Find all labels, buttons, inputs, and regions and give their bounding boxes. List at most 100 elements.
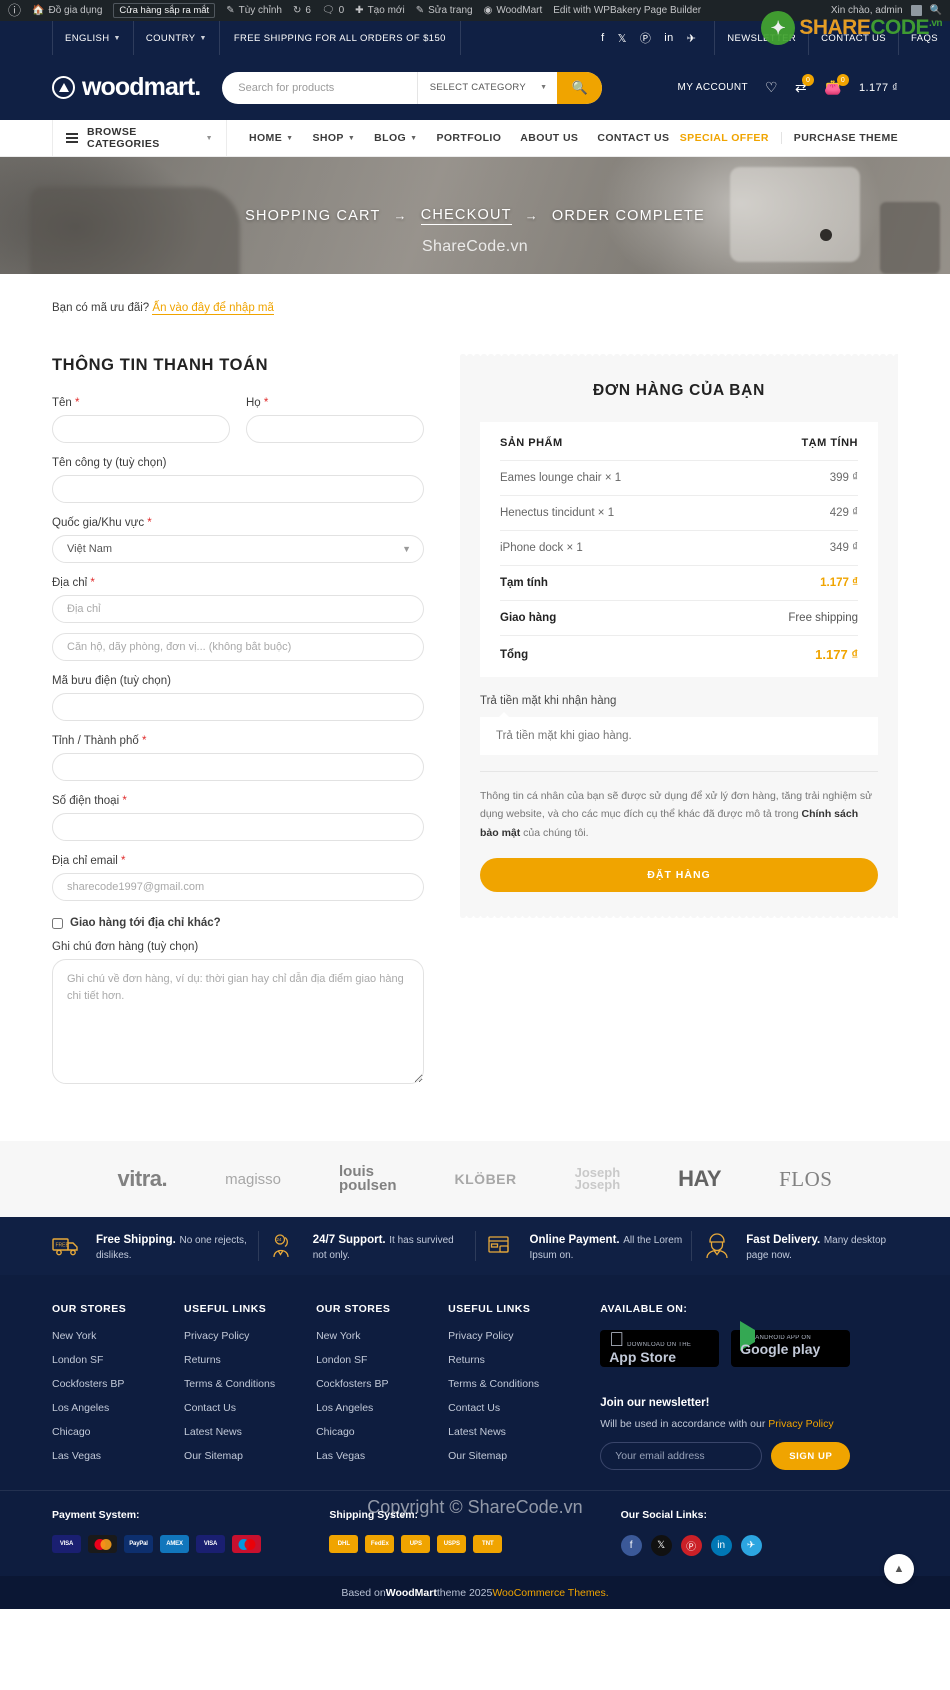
search-category-select[interactable]: SELECT CATEGORY ▼ bbox=[416, 71, 558, 104]
adminbar-customize[interactable]: ✎ Tùy chỉnh bbox=[226, 5, 282, 16]
footer-link[interactable]: Returns bbox=[184, 1354, 316, 1366]
cart-icon[interactable]: 👛 0 bbox=[824, 74, 849, 96]
my-account-link[interactable]: MY ACCOUNT bbox=[678, 82, 749, 93]
ship-different-address-checkbox[interactable] bbox=[52, 917, 63, 929]
footer-link[interactable]: Las Vegas bbox=[52, 1450, 184, 1462]
telegram-icon[interactable]: ✈ bbox=[687, 32, 697, 45]
telegram-icon[interactable]: ✈ bbox=[740, 1535, 762, 1556]
footer-link[interactable]: Contact Us bbox=[184, 1402, 316, 1414]
footer-link[interactable]: New York bbox=[52, 1330, 184, 1342]
brand-hay[interactable]: HAY bbox=[678, 1166, 721, 1192]
tnt-icon[interactable]: TNT bbox=[473, 1535, 503, 1553]
company-input[interactable] bbox=[52, 475, 424, 503]
search-button[interactable]: 🔍 bbox=[557, 71, 603, 104]
place-order-button[interactable]: ĐẶT HÀNG bbox=[480, 858, 878, 893]
linkedin-icon[interactable]: in bbox=[664, 32, 673, 44]
brand-magisso[interactable]: magisso bbox=[225, 1171, 281, 1188]
visa-secondary-icon[interactable]: VISA bbox=[196, 1535, 225, 1553]
adminbar-comments[interactable]: 🗨 0 bbox=[322, 5, 344, 16]
wordpress-icon[interactable]: ⓘ bbox=[8, 4, 21, 17]
mastercard-icon[interactable] bbox=[88, 1535, 117, 1553]
adminbar-edit-page[interactable]: ✎ Sửa trang bbox=[416, 5, 473, 16]
purchase-theme-link[interactable]: PURCHASE THEME bbox=[782, 132, 898, 144]
footer-link[interactable]: Latest News bbox=[448, 1426, 580, 1438]
newsletter-email-input[interactable] bbox=[600, 1442, 763, 1470]
cart-total[interactable]: 1.177 ₫ bbox=[859, 82, 898, 94]
footer-link[interactable]: Cockfosters BP bbox=[52, 1378, 184, 1390]
adminbar-updates[interactable]: ↻ 6 bbox=[293, 5, 311, 16]
ups-icon[interactable]: UPS bbox=[401, 1535, 431, 1553]
browse-categories-button[interactable]: BROWSE CATEGORIES ▼ bbox=[52, 119, 227, 157]
bottom-suffix[interactable]: WooCommerce Themes. bbox=[492, 1587, 608, 1599]
footer-link[interactable]: Los Angeles bbox=[52, 1402, 184, 1414]
amex-icon[interactable]: AMEX bbox=[160, 1535, 189, 1553]
brand-louis-poulsen[interactable]: louis poulsen bbox=[339, 1164, 397, 1194]
order-notes-textarea[interactable] bbox=[52, 959, 424, 1084]
app-store-button[interactable]:  Download on the App Store bbox=[600, 1330, 720, 1367]
newsletter-privacy-link[interactable]: Privacy Policy bbox=[768, 1418, 833, 1430]
address-line1-input[interactable] bbox=[52, 595, 424, 623]
adminbar-coming-soon[interactable]: Cửa hàng sắp ra mắt bbox=[113, 3, 216, 18]
wishlist-icon[interactable]: ♡ bbox=[765, 79, 778, 96]
email-input[interactable] bbox=[52, 873, 424, 901]
nav-item-about-us[interactable]: ABOUT US bbox=[520, 132, 578, 144]
city-input[interactable] bbox=[52, 753, 424, 781]
footer-link[interactable]: Chicago bbox=[316, 1426, 448, 1438]
footer-link[interactable]: Returns bbox=[448, 1354, 580, 1366]
nav-item-home[interactable]: HOME ▼ bbox=[249, 132, 293, 144]
footer-link[interactable]: London SF bbox=[316, 1354, 448, 1366]
footer-link[interactable]: Los Angeles bbox=[316, 1402, 448, 1414]
adminbar-wpbakery[interactable]: Edit with WPBakery Page Builder bbox=[553, 5, 701, 16]
google-play-button[interactable]: ANDROID APP ON Google play bbox=[731, 1321, 851, 1367]
footer-link[interactable]: Our Sitemap bbox=[184, 1450, 316, 1462]
adminbar-woodmart[interactable]: ◉ WoodMart bbox=[484, 5, 543, 16]
footer-link[interactable]: Cockfosters BP bbox=[316, 1378, 448, 1390]
footer-link[interactable]: Terms & Conditions bbox=[184, 1378, 316, 1390]
footer-link[interactable]: Contact Us bbox=[448, 1402, 580, 1414]
country-select[interactable] bbox=[52, 535, 424, 563]
visa-icon[interactable]: VISA bbox=[52, 1535, 81, 1553]
footer-link[interactable]: Terms & Conditions bbox=[448, 1378, 580, 1390]
payment-method-label[interactable]: Trả tiền mặt khi nhận hàng bbox=[480, 695, 878, 707]
first-name-input[interactable] bbox=[52, 415, 230, 443]
site-logo[interactable]: woodmart. bbox=[52, 73, 201, 102]
nav-item-shop[interactable]: SHOP ▼ bbox=[312, 132, 355, 144]
x-icon[interactable]: 𝕏 bbox=[650, 1535, 672, 1556]
footer-link[interactable]: Privacy Policy bbox=[184, 1330, 316, 1342]
coupon-link[interactable]: Ấn vào đây để nhập mã bbox=[152, 302, 274, 315]
newsletter-signup-button[interactable]: SIGN UP bbox=[771, 1442, 851, 1470]
language-switcher[interactable]: ENGLISH ▼ bbox=[52, 21, 134, 55]
breadcrumb-order-complete[interactable]: ORDER COMPLETE bbox=[552, 208, 705, 224]
phone-input[interactable] bbox=[52, 813, 424, 841]
linkedin-icon[interactable]: in bbox=[710, 1535, 732, 1556]
footer-link[interactable]: London SF bbox=[52, 1354, 184, 1366]
pinterest-icon[interactable]: Ⓟ bbox=[680, 1535, 702, 1556]
nav-item-contact-us[interactable]: CONTACT US bbox=[597, 132, 669, 144]
nav-item-blog[interactable]: BLOG ▼ bbox=[374, 132, 417, 144]
scroll-to-top-button[interactable]: ▲ bbox=[884, 1554, 914, 1584]
footer-link[interactable]: Our Sitemap bbox=[448, 1450, 580, 1462]
facebook-icon[interactable]: f bbox=[620, 1535, 642, 1556]
footer-link[interactable]: Las Vegas bbox=[316, 1450, 448, 1462]
breadcrumb-checkout[interactable]: CHECKOUT bbox=[420, 207, 512, 225]
address-line2-input[interactable] bbox=[52, 633, 424, 661]
pinterest-icon[interactable]: Ⓟ bbox=[640, 30, 651, 46]
postcode-input[interactable] bbox=[52, 693, 424, 721]
compare-icon[interactable]: ⇄ 0 bbox=[795, 74, 815, 96]
usps-icon[interactable]: USPS bbox=[437, 1535, 467, 1553]
brand-vitra[interactable]: vitra. bbox=[118, 1166, 168, 1192]
maestro-icon[interactable] bbox=[232, 1535, 261, 1553]
brand-flos[interactable]: FLOS bbox=[779, 1167, 832, 1192]
breadcrumb-shopping-cart[interactable]: SHOPPING CART bbox=[245, 208, 380, 224]
special-offer-link[interactable]: SPECIAL OFFER bbox=[680, 132, 782, 144]
footer-link[interactable]: Latest News bbox=[184, 1426, 316, 1438]
last-name-input[interactable] bbox=[246, 415, 424, 443]
footer-link[interactable]: New York bbox=[316, 1330, 448, 1342]
adminbar-new[interactable]: ✚ Tạo mới bbox=[355, 5, 405, 16]
dhl-icon[interactable]: DHL bbox=[329, 1535, 359, 1553]
bottom-brand[interactable]: WoodMart bbox=[386, 1587, 437, 1599]
country-switcher[interactable]: COUNTRY ▼ bbox=[134, 21, 220, 55]
adminbar-site-name[interactable]: 🏠 Đồ gia dụng bbox=[32, 5, 102, 16]
footer-link[interactable]: Chicago bbox=[52, 1426, 184, 1438]
facebook-icon[interactable]: f bbox=[601, 32, 604, 44]
